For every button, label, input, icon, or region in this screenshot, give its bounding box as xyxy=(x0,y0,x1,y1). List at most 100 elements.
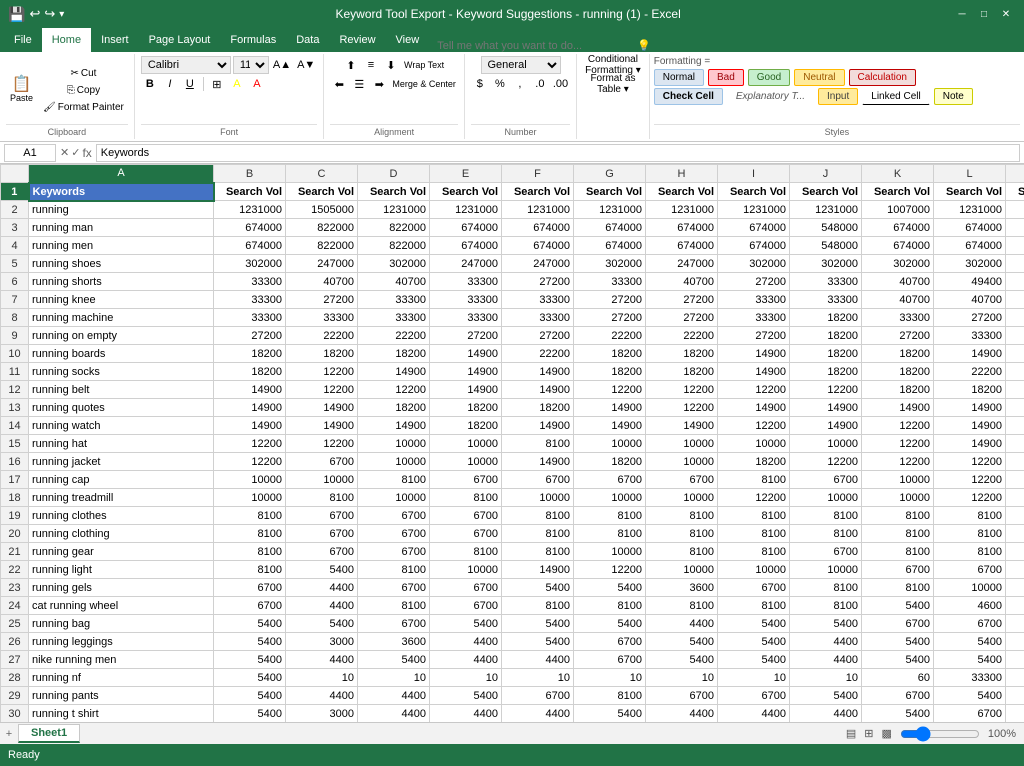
data-cell[interactable]: 12200 xyxy=(574,561,646,579)
data-cell[interactable]: 27200 xyxy=(286,291,358,309)
data-cell[interactable]: 10000 xyxy=(214,471,286,489)
data-cell[interactable]: 12200 xyxy=(862,435,934,453)
data-cell[interactable]: 674000 xyxy=(646,219,718,237)
data-cell[interactable]: 5400 xyxy=(502,633,574,651)
data-cell[interactable]: 6700 xyxy=(862,561,934,579)
data-cell[interactable]: 4400 xyxy=(286,651,358,669)
tab-review[interactable]: Review xyxy=(329,28,385,52)
explanatory-style[interactable]: Explanatory T... xyxy=(727,88,814,105)
confirm-formula-icon[interactable]: ✓ xyxy=(71,146,80,159)
data-cell[interactable]: 8100 xyxy=(646,543,718,561)
data-cell[interactable]: 8100 xyxy=(718,507,790,525)
col-header-b[interactable]: B xyxy=(214,165,286,183)
format-painter-button[interactable]: 🖌Format Painter xyxy=(39,100,128,115)
data-cell[interactable]: 8100 xyxy=(646,597,718,615)
data-cell[interactable]: 14900 xyxy=(718,399,790,417)
view-normal-icon[interactable]: ▤ xyxy=(846,727,856,740)
data-cell[interactable]: 6700 xyxy=(862,687,934,705)
data-cell[interactable]: 8100 xyxy=(718,543,790,561)
data-cell[interactable]: 18200 xyxy=(430,417,502,435)
sheet-tab-1[interactable]: Sheet1 xyxy=(18,724,80,743)
data-cell[interactable]: 6700 xyxy=(862,615,934,633)
bad-style[interactable]: Bad xyxy=(708,69,744,86)
data-cell[interactable]: 14900 xyxy=(574,417,646,435)
data-cell[interactable]: 4400 xyxy=(718,705,790,723)
data-cell[interactable]: 49400 xyxy=(934,273,1006,291)
data-cell[interactable]: 18200 xyxy=(1006,381,1024,399)
data-cell[interactable]: 6700 xyxy=(286,543,358,561)
data-cell[interactable]: 674000 xyxy=(862,237,934,255)
cell-a1[interactable]: Keywords xyxy=(29,183,214,201)
normal-style[interactable]: Normal xyxy=(654,69,704,86)
align-top-button[interactable]: ⬆ xyxy=(342,56,360,74)
data-cell[interactable]: 12200 xyxy=(358,381,430,399)
data-cell[interactable]: 33300 xyxy=(214,291,286,309)
data-cell[interactable]: 18200 xyxy=(718,453,790,471)
data-cell[interactable]: 12200 xyxy=(718,417,790,435)
data-cell[interactable]: 10000 xyxy=(646,561,718,579)
decrease-decimal-button[interactable]: .0 xyxy=(531,75,549,93)
data-cell[interactable]: 14900 xyxy=(934,345,1006,363)
data-cell[interactable]: 8100 xyxy=(934,543,1006,561)
data-cell[interactable]: 6700 xyxy=(430,597,502,615)
data-cell[interactable]: 1505000 xyxy=(286,201,358,219)
keyword-cell[interactable]: running clothes xyxy=(29,507,214,525)
data-cell[interactable]: 8100 xyxy=(358,471,430,489)
increase-font-button[interactable]: A▲ xyxy=(271,56,293,74)
increase-decimal-button[interactable]: .00 xyxy=(551,75,570,93)
data-cell[interactable]: 3600 xyxy=(358,633,430,651)
data-cell[interactable]: 5400 xyxy=(718,633,790,651)
data-cell[interactable]: 14900 xyxy=(646,417,718,435)
data-cell[interactable]: 822000 xyxy=(358,237,430,255)
data-cell[interactable]: 22200 xyxy=(358,327,430,345)
col-header-m[interactable]: M xyxy=(1006,165,1024,183)
add-sheet-button[interactable]: + xyxy=(0,725,18,743)
data-cell[interactable]: 14900 xyxy=(430,345,502,363)
data-cell[interactable]: 8100 xyxy=(646,525,718,543)
data-cell[interactable]: 10000 xyxy=(1006,579,1024,597)
data-cell[interactable]: 8100 xyxy=(502,507,574,525)
data-cell[interactable]: 12200 xyxy=(286,381,358,399)
data-cell[interactable]: 5400 xyxy=(214,687,286,705)
tab-home[interactable]: Home xyxy=(42,28,91,52)
data-cell[interactable]: 18200 xyxy=(574,363,646,381)
data-cell[interactable]: 33300 xyxy=(358,309,430,327)
data-cell[interactable]: 12200 xyxy=(718,489,790,507)
data-cell[interactable]: 10000 xyxy=(718,435,790,453)
data-cell[interactable]: 10000 xyxy=(934,579,1006,597)
data-cell[interactable]: 14900 xyxy=(934,435,1006,453)
data-cell[interactable]: 33300 xyxy=(430,309,502,327)
data-cell[interactable]: 674000 xyxy=(934,219,1006,237)
data-cell[interactable]: 1231000 xyxy=(790,201,862,219)
col-header-a[interactable]: A xyxy=(29,165,214,183)
data-cell[interactable]: 8100 xyxy=(862,543,934,561)
comma-button[interactable]: , xyxy=(511,75,529,93)
tab-file[interactable]: File xyxy=(4,28,42,52)
data-cell[interactable]: 302000 xyxy=(358,255,430,273)
data-cell[interactable]: 822000 xyxy=(286,219,358,237)
data-cell[interactable]: 8100 xyxy=(214,543,286,561)
data-cell[interactable]: 10000 xyxy=(790,489,862,507)
data-cell[interactable]: 4400 xyxy=(790,651,862,669)
data-cell[interactable]: 18200 xyxy=(286,345,358,363)
data-cell[interactable]: 674000 xyxy=(502,219,574,237)
data-cell[interactable]: 822000 xyxy=(358,219,430,237)
data-cell[interactable]: 27200 xyxy=(502,327,574,345)
data-cell[interactable]: 1231000 xyxy=(430,201,502,219)
data-cell[interactable]: 12200 xyxy=(934,489,1006,507)
data-cell[interactable]: 14900 xyxy=(502,363,574,381)
data-cell[interactable]: 4400 xyxy=(286,597,358,615)
cut-button[interactable]: ✂Cut xyxy=(39,66,128,81)
data-cell[interactable]: 40700 xyxy=(646,273,718,291)
data-cell[interactable]: 14900 xyxy=(790,417,862,435)
data-cell[interactable]: 10 xyxy=(430,669,502,687)
data-cell[interactable]: 12200 xyxy=(214,435,286,453)
data-cell[interactable]: 8100 xyxy=(430,489,502,507)
input-style[interactable]: Input xyxy=(818,88,858,105)
data-cell[interactable]: 14900 xyxy=(430,363,502,381)
keyword-cell[interactable]: running socks xyxy=(29,363,214,381)
data-cell[interactable]: 3600 xyxy=(646,579,718,597)
cell-l1[interactable]: Search Vol xyxy=(934,183,1006,201)
data-cell[interactable]: 674000 xyxy=(430,237,502,255)
data-cell[interactable]: 8100 xyxy=(790,507,862,525)
